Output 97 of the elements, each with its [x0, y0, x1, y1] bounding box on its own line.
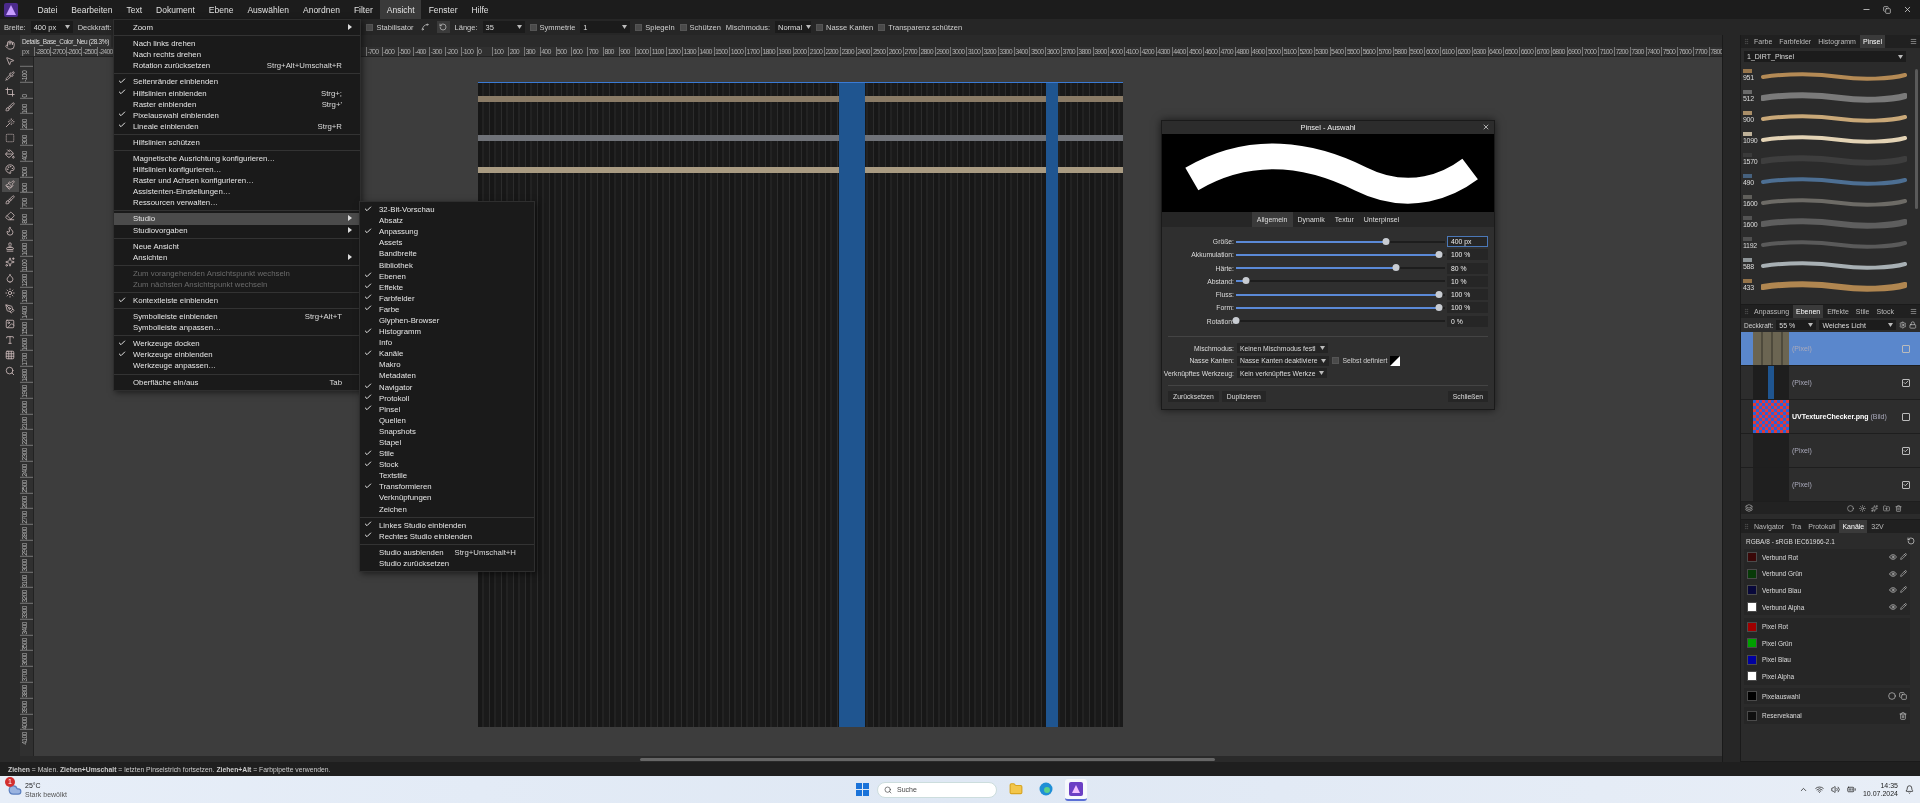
menu-bar-item[interactable]: Datei [31, 0, 64, 19]
brush-thumbnail [1743, 216, 1752, 220]
group-icon[interactable] [1883, 504, 1890, 512]
bell-icon[interactable] [1905, 785, 1914, 794]
start-icon[interactable] [856, 783, 869, 796]
brush-thumbnail [1743, 279, 1752, 283]
battery-icon[interactable] [1846, 785, 1856, 794]
trash-icon[interactable] [1899, 711, 1907, 720]
slider-thumb[interactable] [1242, 277, 1250, 285]
brush-thumbnail [1743, 237, 1752, 241]
eye-icon[interactable] [1889, 569, 1897, 578]
chevron-icon[interactable] [1798, 785, 1808, 794]
menu-bar-item[interactable]: Ansicht [380, 0, 422, 19]
eye-icon[interactable] [1889, 553, 1897, 562]
brush-stroke-preview[interactable] [1761, 69, 1907, 82]
mask-icon[interactable] [1847, 504, 1854, 512]
brush-stroke-preview[interactable] [1761, 132, 1907, 145]
close-icon[interactable] [1903, 5, 1912, 14]
effects-icon[interactable] [1871, 504, 1878, 512]
menu-bar-item[interactable]: Ebene [202, 0, 240, 19]
folder-icon [1009, 781, 1023, 796]
app-logo-icon [4, 2, 18, 17]
visibility-checkbox[interactable] [1902, 378, 1910, 387]
app-logo-icon [1069, 781, 1083, 796]
menu-bar-item[interactable]: Fenster [422, 0, 464, 19]
caret-icon [64, 25, 70, 29]
menu-bar-item[interactable]: Filter [347, 0, 380, 19]
menu-bar-item[interactable]: Anordnen [296, 0, 347, 19]
scrollbar-thumb[interactable] [1915, 69, 1918, 209]
menu-bar-item[interactable]: Dokument [149, 0, 202, 19]
menu-bar-item[interactable]: Auswählen [240, 0, 296, 19]
brush-stroke-preview[interactable] [1761, 279, 1907, 292]
visibility-checkbox[interactable] [1902, 344, 1910, 353]
caret-icon [1319, 346, 1325, 351]
caret-icon [1319, 371, 1325, 376]
visibility-checkbox[interactable] [1902, 446, 1910, 455]
reset-icon[interactable] [1907, 537, 1915, 545]
slider-thumb[interactable] [1382, 237, 1390, 245]
slider-thumb[interactable] [1392, 264, 1400, 272]
checkbox[interactable] [679, 23, 687, 31]
menu-icon[interactable] [1910, 38, 1917, 45]
checkbox[interactable] [1332, 357, 1340, 365]
checkbox[interactable] [529, 23, 537, 31]
visibility-checkbox[interactable] [1902, 480, 1910, 489]
copy-icon[interactable] [1899, 692, 1907, 701]
checkbox[interactable] [635, 23, 643, 31]
restore-icon[interactable] [1883, 5, 1891, 14]
brush-stroke-preview[interactable] [1761, 111, 1907, 124]
pencil-icon[interactable] [1900, 553, 1907, 561]
checkbox[interactable] [878, 23, 886, 31]
slider-track[interactable] [1236, 267, 1445, 270]
settings-icon[interactable] [1898, 321, 1907, 329]
slider-thumb[interactable] [1232, 317, 1240, 325]
pencil-icon[interactable] [1900, 586, 1907, 594]
menu-bar-item[interactable]: Text [119, 0, 149, 19]
caret-icon [1887, 323, 1893, 327]
caret-icon [1808, 323, 1814, 327]
mask-icon[interactable] [1888, 692, 1896, 701]
cloud-icon [8, 782, 22, 797]
checkbox[interactable] [366, 23, 374, 31]
speaker-icon[interactable] [1830, 785, 1840, 794]
brush-thumbnail [1743, 258, 1752, 262]
adjustment-icon[interactable] [1859, 504, 1866, 512]
lock-icon[interactable] [1909, 321, 1917, 329]
browser-icon [1039, 781, 1053, 796]
caret-icon [806, 25, 812, 29]
eye-icon[interactable] [1889, 603, 1897, 612]
brush-thumbnail [1743, 111, 1752, 115]
scrollbar-thumb[interactable] [640, 757, 1215, 761]
close-icon[interactable] [1482, 123, 1490, 131]
caret-icon [516, 25, 522, 29]
brush-thumbnail [1743, 69, 1752, 73]
brush-thumbnail [1743, 195, 1752, 199]
wifi-icon[interactable] [1814, 785, 1824, 794]
curve-icon[interactable] [1390, 355, 1401, 366]
brush-thumbnail [1743, 132, 1752, 136]
brush-stroke-preview[interactable] [1761, 258, 1907, 271]
trash-icon[interactable] [1895, 504, 1902, 512]
brush-thumbnail [1743, 174, 1752, 178]
slider-thumb[interactable] [1435, 250, 1443, 258]
menu-bar-item[interactable]: Hilfe [464, 0, 495, 19]
eye-icon[interactable] [1889, 586, 1897, 595]
slider-track[interactable] [1236, 240, 1445, 243]
menu-bar-item[interactable]: Bearbeiten [64, 0, 119, 19]
search-icon [884, 785, 892, 794]
visibility-checkbox[interactable] [1902, 412, 1910, 421]
pencil-icon[interactable] [1900, 603, 1907, 611]
taskbar-app[interactable] [1065, 778, 1087, 801]
checkbox[interactable] [816, 23, 824, 31]
caret-icon [622, 25, 628, 29]
menu-icon[interactable] [1910, 308, 1917, 315]
caret-icon [1898, 54, 1903, 59]
brush-icon[interactable] [1, 177, 19, 192]
layers-icon[interactable] [1745, 504, 1753, 512]
pencil-icon[interactable] [1900, 569, 1907, 577]
brush-thumbnail [1743, 90, 1752, 94]
caret-icon [1321, 358, 1327, 363]
